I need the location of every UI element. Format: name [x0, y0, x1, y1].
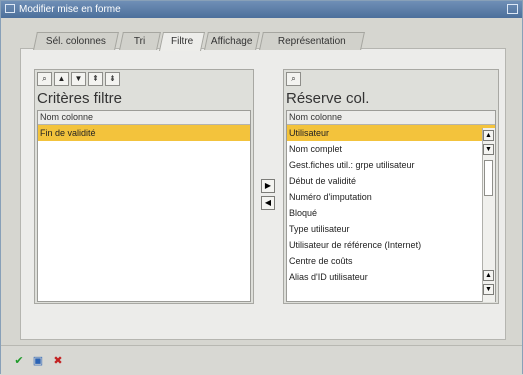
right-toolbar: ⌕ — [286, 72, 301, 88]
scroll-up-button[interactable]: ▲ — [483, 130, 494, 141]
filter-panel-title: Critères filtre — [37, 90, 123, 107]
filter-list[interactable]: Nom colonne Fin de validité — [37, 110, 251, 302]
window-title: Modifier mise en forme — [19, 4, 121, 15]
find-icon[interactable]: ⌕ — [286, 72, 301, 86]
list-item[interactable]: Utilisateur de référence (Internet) — [287, 237, 495, 253]
reserve-list[interactable]: Nom colonne Utilisateur Nom complet Gest… — [286, 110, 496, 302]
scroll-page-down-button[interactable]: ▼ — [483, 144, 494, 155]
list-item[interactable]: Centre de coûts — [287, 253, 495, 269]
list-item[interactable]: Utilisateur — [287, 125, 495, 141]
scroll-thumb[interactable] — [484, 160, 493, 196]
column-reserve-panel: ⌕ Réserve col. Nom colonne Utilisateur N… — [283, 69, 499, 304]
reserve-panel-title: Réserve col. — [286, 90, 370, 107]
move-down-icon[interactable]: ▼ — [71, 72, 86, 86]
list-item[interactable]: Nom complet — [287, 141, 495, 157]
save-icon[interactable]: ▣ — [31, 354, 45, 368]
list-item[interactable]: Alias d'ID utilisateur — [287, 269, 495, 285]
move-top-icon[interactable]: ⇞ — [88, 72, 103, 86]
dialog-footer: ✔ ▣ ✖ — [1, 345, 522, 375]
filter-criteria-panel: ⌕ ▲ ▼ ⇞ ⇟ Critères filtre Nom colonne Fi… — [34, 69, 254, 304]
list-item[interactable]: Gest.fiches util.: grpe utilisateur — [287, 157, 495, 173]
tab-sort[interactable]: Tri — [119, 32, 161, 50]
move-to-filter-button[interactable]: ▶ — [261, 179, 275, 193]
scroll-page-up-button[interactable]: ▲ — [483, 270, 494, 281]
cancel-icon[interactable]: ✖ — [51, 354, 65, 368]
column-header: Nom colonne — [38, 111, 250, 125]
tab-filter[interactable]: Filtre — [158, 32, 206, 51]
column-header: Nom colonne — [287, 111, 495, 125]
move-to-reserve-button[interactable]: ◀ — [261, 196, 275, 210]
list-item[interactable]: Type utilisateur — [287, 221, 495, 237]
list-item[interactable]: Fin de validité — [38, 125, 250, 141]
list-item[interactable]: Numéro d'imputation — [287, 189, 495, 205]
tab-representation[interactable]: Représentation — [259, 32, 365, 50]
list-item[interactable]: Début de validité — [287, 173, 495, 189]
dialog-window: Modifier mise en forme Sél. colonnes Tri… — [0, 0, 523, 375]
titlebar: Modifier mise en forme — [1, 1, 522, 18]
move-up-icon[interactable]: ▲ — [54, 72, 69, 86]
confirm-icon[interactable]: ✔ — [12, 354, 26, 368]
arrow-left-icon: ◀ — [264, 198, 272, 207]
left-toolbar: ⌕ ▲ ▼ ⇞ ⇟ — [37, 72, 120, 88]
tab-display[interactable]: Affichage — [204, 32, 260, 50]
arrow-right-icon: ▶ — [264, 181, 272, 190]
list-item[interactable]: Bloqué — [287, 205, 495, 221]
find-icon[interactable]: ⌕ — [37, 72, 52, 86]
move-bottom-icon[interactable]: ⇟ — [105, 72, 120, 86]
window-icon — [5, 4, 15, 13]
tab-column-selection[interactable]: Sél. colonnes — [33, 32, 119, 50]
close-button[interactable] — [507, 4, 518, 14]
scrollbar[interactable]: ▲ ▼ ▲ ▼ — [482, 128, 495, 302]
scroll-down-button[interactable]: ▼ — [483, 284, 494, 295]
